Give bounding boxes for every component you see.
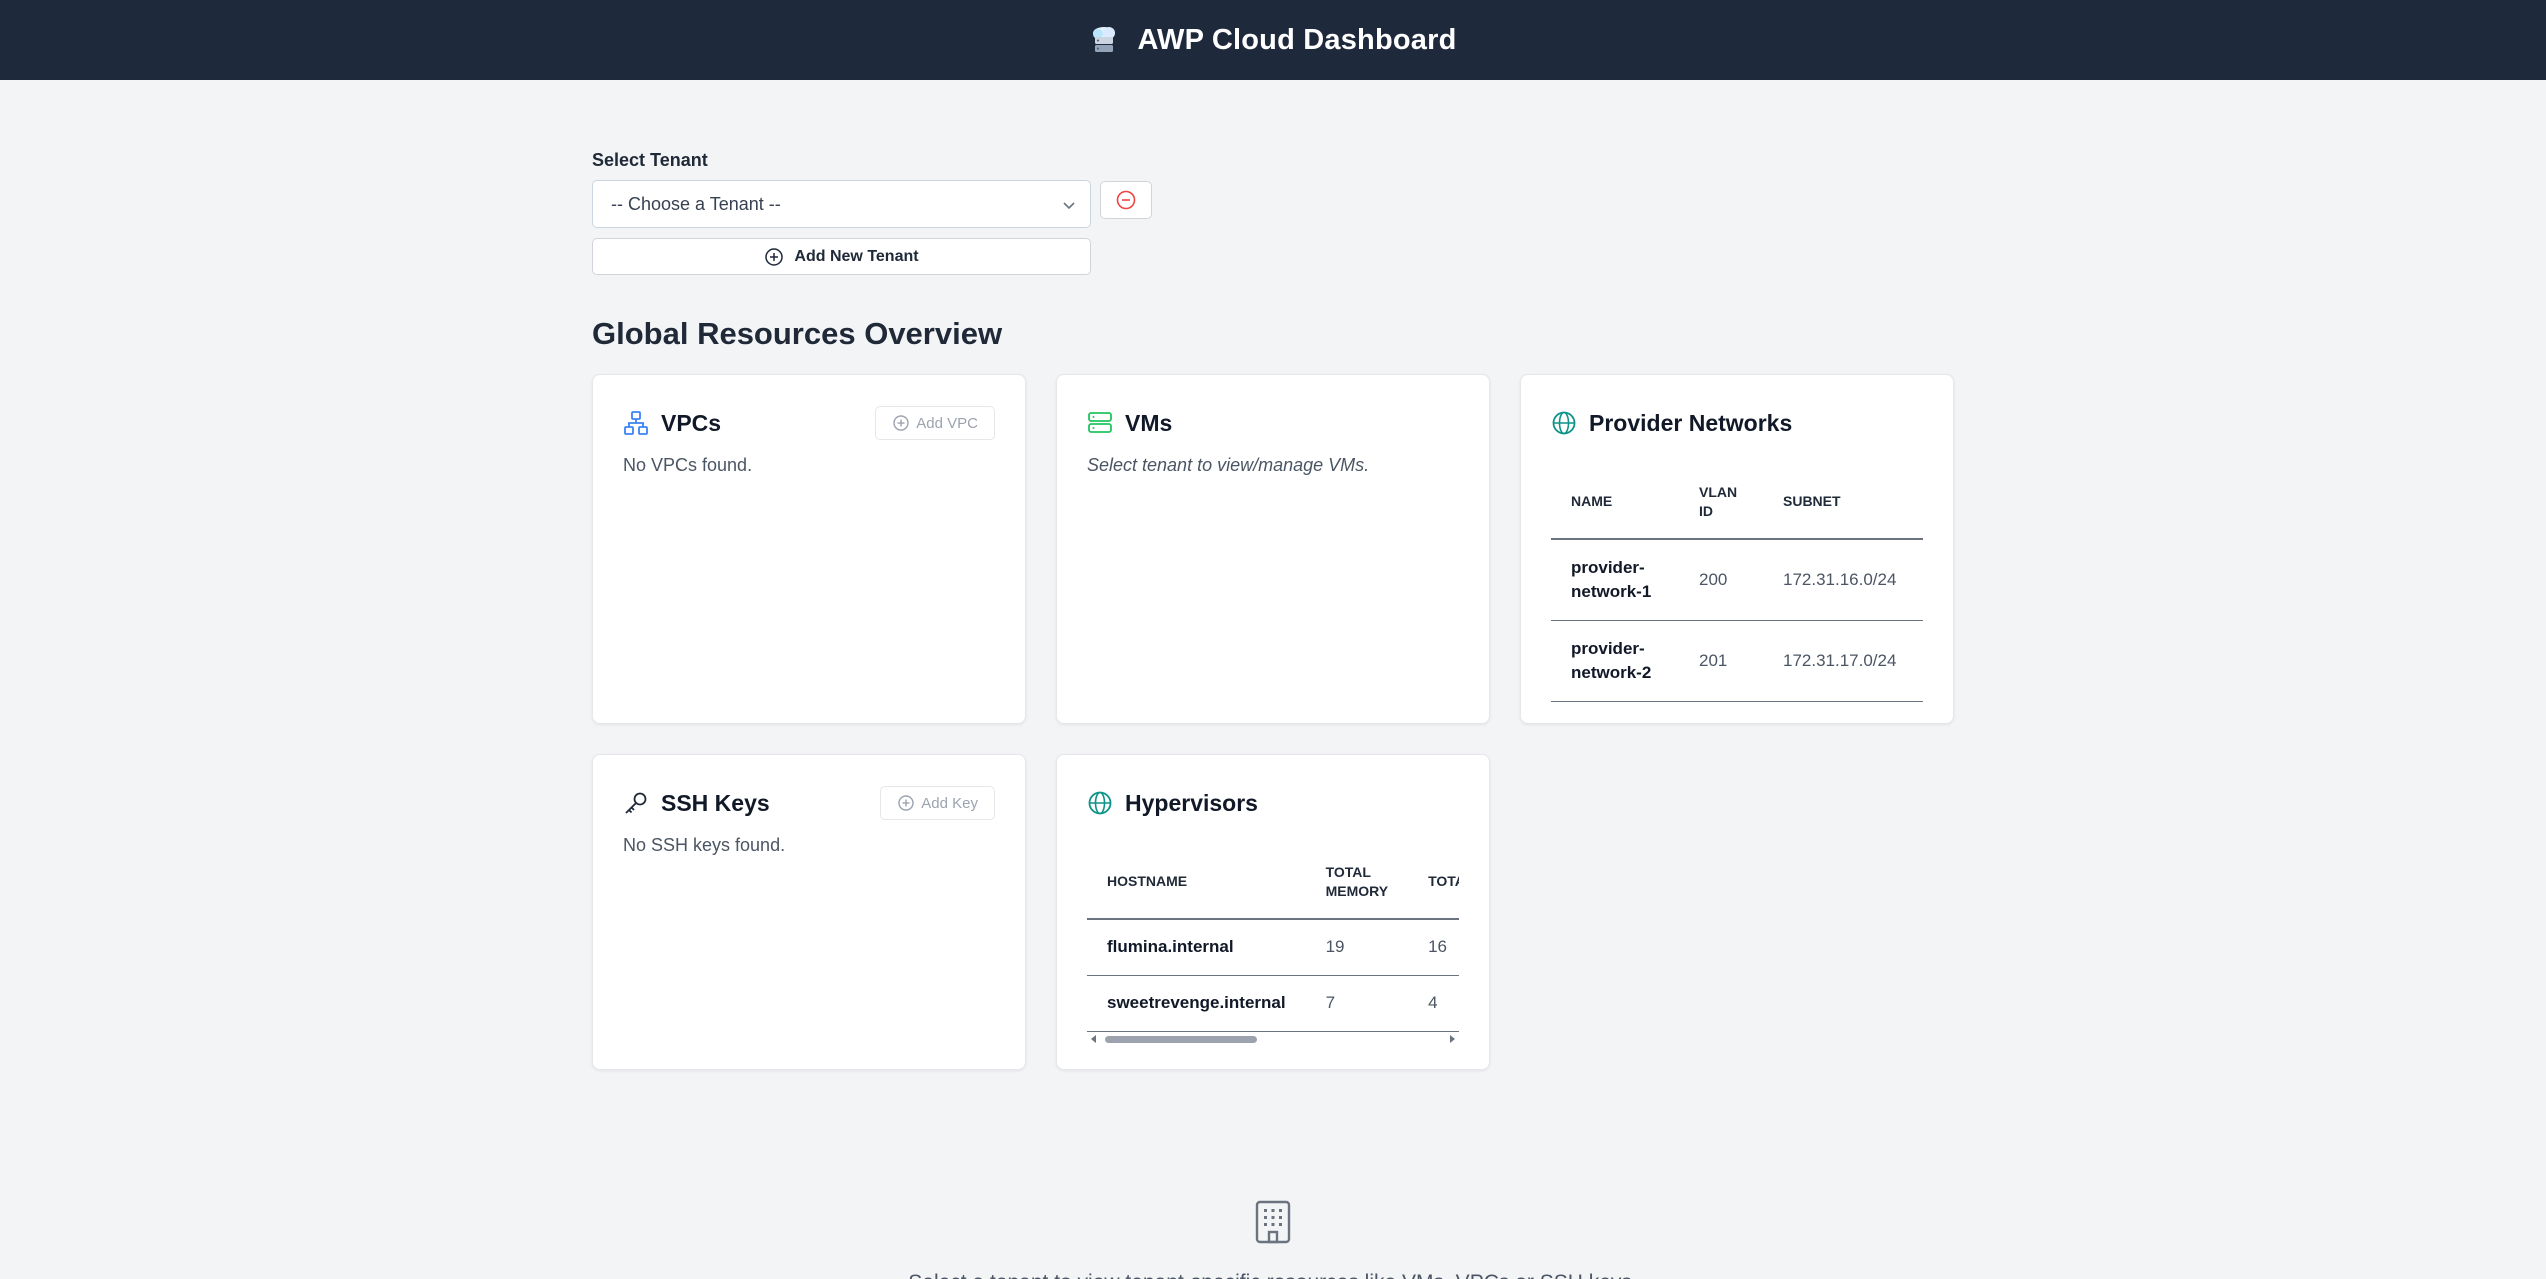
ssh-keys-title: SSH Keys xyxy=(661,789,770,816)
remove-tenant-button[interactable] xyxy=(1100,181,1152,219)
provider-networks-title: Provider Networks xyxy=(1589,409,1793,436)
network-vlan: 201 xyxy=(1679,620,1763,702)
tenant-select-label: Select Tenant xyxy=(592,150,708,170)
plus-circle-icon xyxy=(893,415,909,431)
table-row[interactable]: flumina.internal 19 16 xyxy=(1087,919,1459,976)
network-name: provider-network-1 xyxy=(1551,539,1679,621)
hypervisor-cpus: 16 xyxy=(1408,919,1459,976)
provider-networks-table: Name VLAN ID Subnet provider-network-1 2… xyxy=(1551,465,1923,702)
hypervisors-table-scroll[interactable]: Hostname Total Memory Total CPUs flumina… xyxy=(1087,845,1459,1032)
scrollbar-thumb[interactable] xyxy=(1105,1035,1257,1043)
vms-title: VMs xyxy=(1125,409,1173,436)
tenant-hint: Select a tenant to view tenant-specific … xyxy=(592,1200,1954,1279)
add-tenant-button[interactable]: Add New Tenant xyxy=(592,238,1091,275)
column-header: VLAN ID xyxy=(1679,465,1763,540)
hypervisor-cpus: 4 xyxy=(1408,975,1459,1032)
globe-icon xyxy=(1088,791,1112,815)
vpcs-title: VPCs xyxy=(661,409,722,436)
plus-circle-icon xyxy=(765,247,784,266)
column-header: Hostname xyxy=(1087,845,1306,920)
column-header: Subnet xyxy=(1763,465,1923,540)
network-icon xyxy=(624,411,648,435)
network-vlan: 200 xyxy=(1679,539,1763,621)
server-icon xyxy=(1088,412,1112,433)
add-vpc-label: Add VPC xyxy=(916,414,978,432)
vms-empty-message: Select tenant to view/manage VMs. xyxy=(1087,455,1370,475)
tenant-hint-message: Select a tenant to view tenant-specific … xyxy=(592,1271,1954,1279)
column-header: Name xyxy=(1551,465,1679,540)
hypervisors-table: Hostname Total Memory Total CPUs flumina… xyxy=(1087,845,1459,1032)
cloud-server-logo-icon xyxy=(1093,27,1116,52)
ssh-keys-card: SSH Keys Add Key No SSH keys found. xyxy=(592,754,1026,1070)
hypervisor-hostname: flumina.internal xyxy=(1087,919,1306,976)
horizontal-scrollbar[interactable] xyxy=(1087,1031,1459,1046)
key-icon xyxy=(625,792,647,814)
network-subnet: 172.31.17.0/24 xyxy=(1763,620,1923,702)
building-icon xyxy=(1255,1200,1291,1244)
hypervisors-title: Hypervisors xyxy=(1125,789,1258,816)
hypervisor-hostname: sweetrevenge.internal xyxy=(1087,975,1306,1032)
app-title: AWP Cloud Dashboard xyxy=(1137,23,1457,56)
hypervisor-memory: 19 xyxy=(1305,919,1409,976)
add-vpc-button[interactable]: Add VPC xyxy=(875,406,995,440)
ssh-keys-empty-message: No SSH keys found. xyxy=(623,835,786,855)
table-row[interactable]: sweetrevenge.internal 7 4 xyxy=(1087,975,1459,1032)
table-row[interactable]: provider-network-1 200 172.31.16.0/24 xyxy=(1551,539,1923,621)
table-row[interactable]: provider-network-2 201 172.31.17.0/24 xyxy=(1551,620,1923,702)
network-name: provider-network-2 xyxy=(1551,620,1679,702)
tenant-select[interactable]: -- Choose a Tenant -- xyxy=(592,180,1091,228)
hypervisor-memory: 7 xyxy=(1305,975,1409,1032)
hypervisors-card: Hypervisors Hostname Total Memory Total … xyxy=(1056,754,1490,1070)
top-bar: AWP Cloud Dashboard xyxy=(0,0,2546,80)
network-subnet: 172.31.16.0/24 xyxy=(1763,539,1923,621)
minus-circle-icon xyxy=(1116,190,1136,210)
vpcs-card: VPCs Add VPC No VPCs found. xyxy=(592,374,1026,724)
provider-networks-card: Provider Networks Name VLAN ID Subnet pr… xyxy=(1520,374,1954,724)
table-header-row: Hostname Total Memory Total CPUs xyxy=(1087,845,1459,920)
vms-card: VMs Select tenant to view/manage VMs. xyxy=(1056,374,1490,724)
add-key-button[interactable]: Add Key xyxy=(880,786,995,820)
vpcs-empty-message: No VPCs found. xyxy=(623,455,753,475)
table-header-row: Name VLAN ID Subnet xyxy=(1551,465,1923,540)
globe-icon xyxy=(1552,411,1576,435)
section-title: Global Resources Overview xyxy=(592,316,1003,351)
add-tenant-label: Add New Tenant xyxy=(794,247,919,265)
chevron-down-icon xyxy=(1063,202,1075,210)
tenant-select-value: -- Choose a Tenant -- xyxy=(611,193,781,214)
scroll-left-arrow-icon[interactable] xyxy=(1091,1034,1096,1043)
add-key-label: Add Key xyxy=(921,794,978,812)
column-header: Total CPUs xyxy=(1408,845,1459,920)
scroll-right-arrow-icon[interactable] xyxy=(1450,1034,1455,1043)
column-header: Total Memory xyxy=(1305,845,1409,920)
plus-circle-icon xyxy=(898,795,914,811)
